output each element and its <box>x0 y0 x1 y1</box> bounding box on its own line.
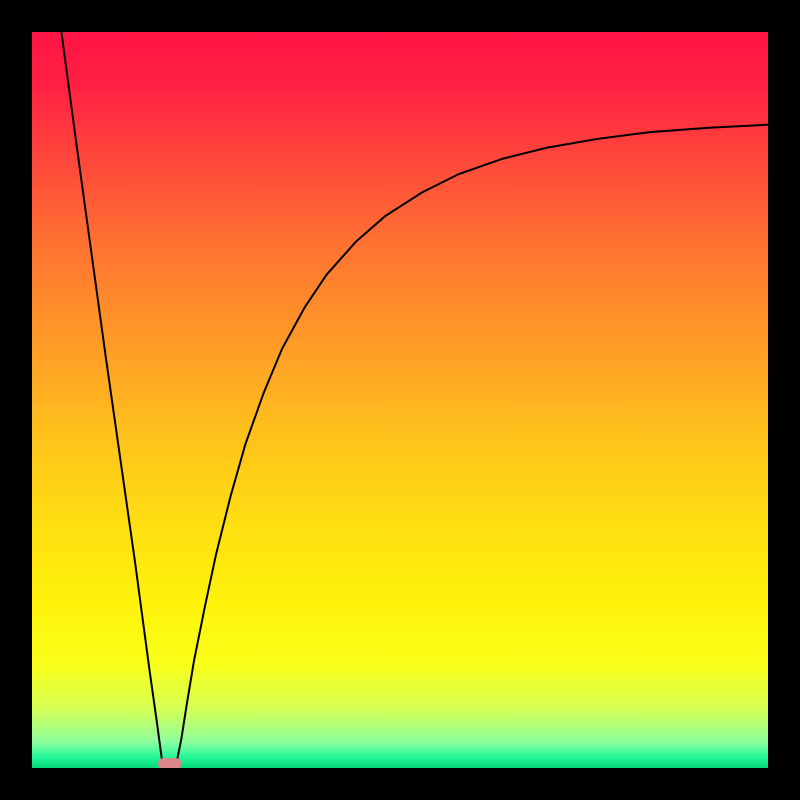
frame-border <box>0 768 800 800</box>
frame-border <box>0 0 32 800</box>
gradient-background <box>32 32 768 768</box>
frame-border <box>768 0 800 800</box>
chart-frame: TheBottleneck.com <box>0 0 800 800</box>
optimum-marker <box>158 758 182 769</box>
frame-border <box>0 0 800 32</box>
bottleneck-chart <box>0 0 800 800</box>
